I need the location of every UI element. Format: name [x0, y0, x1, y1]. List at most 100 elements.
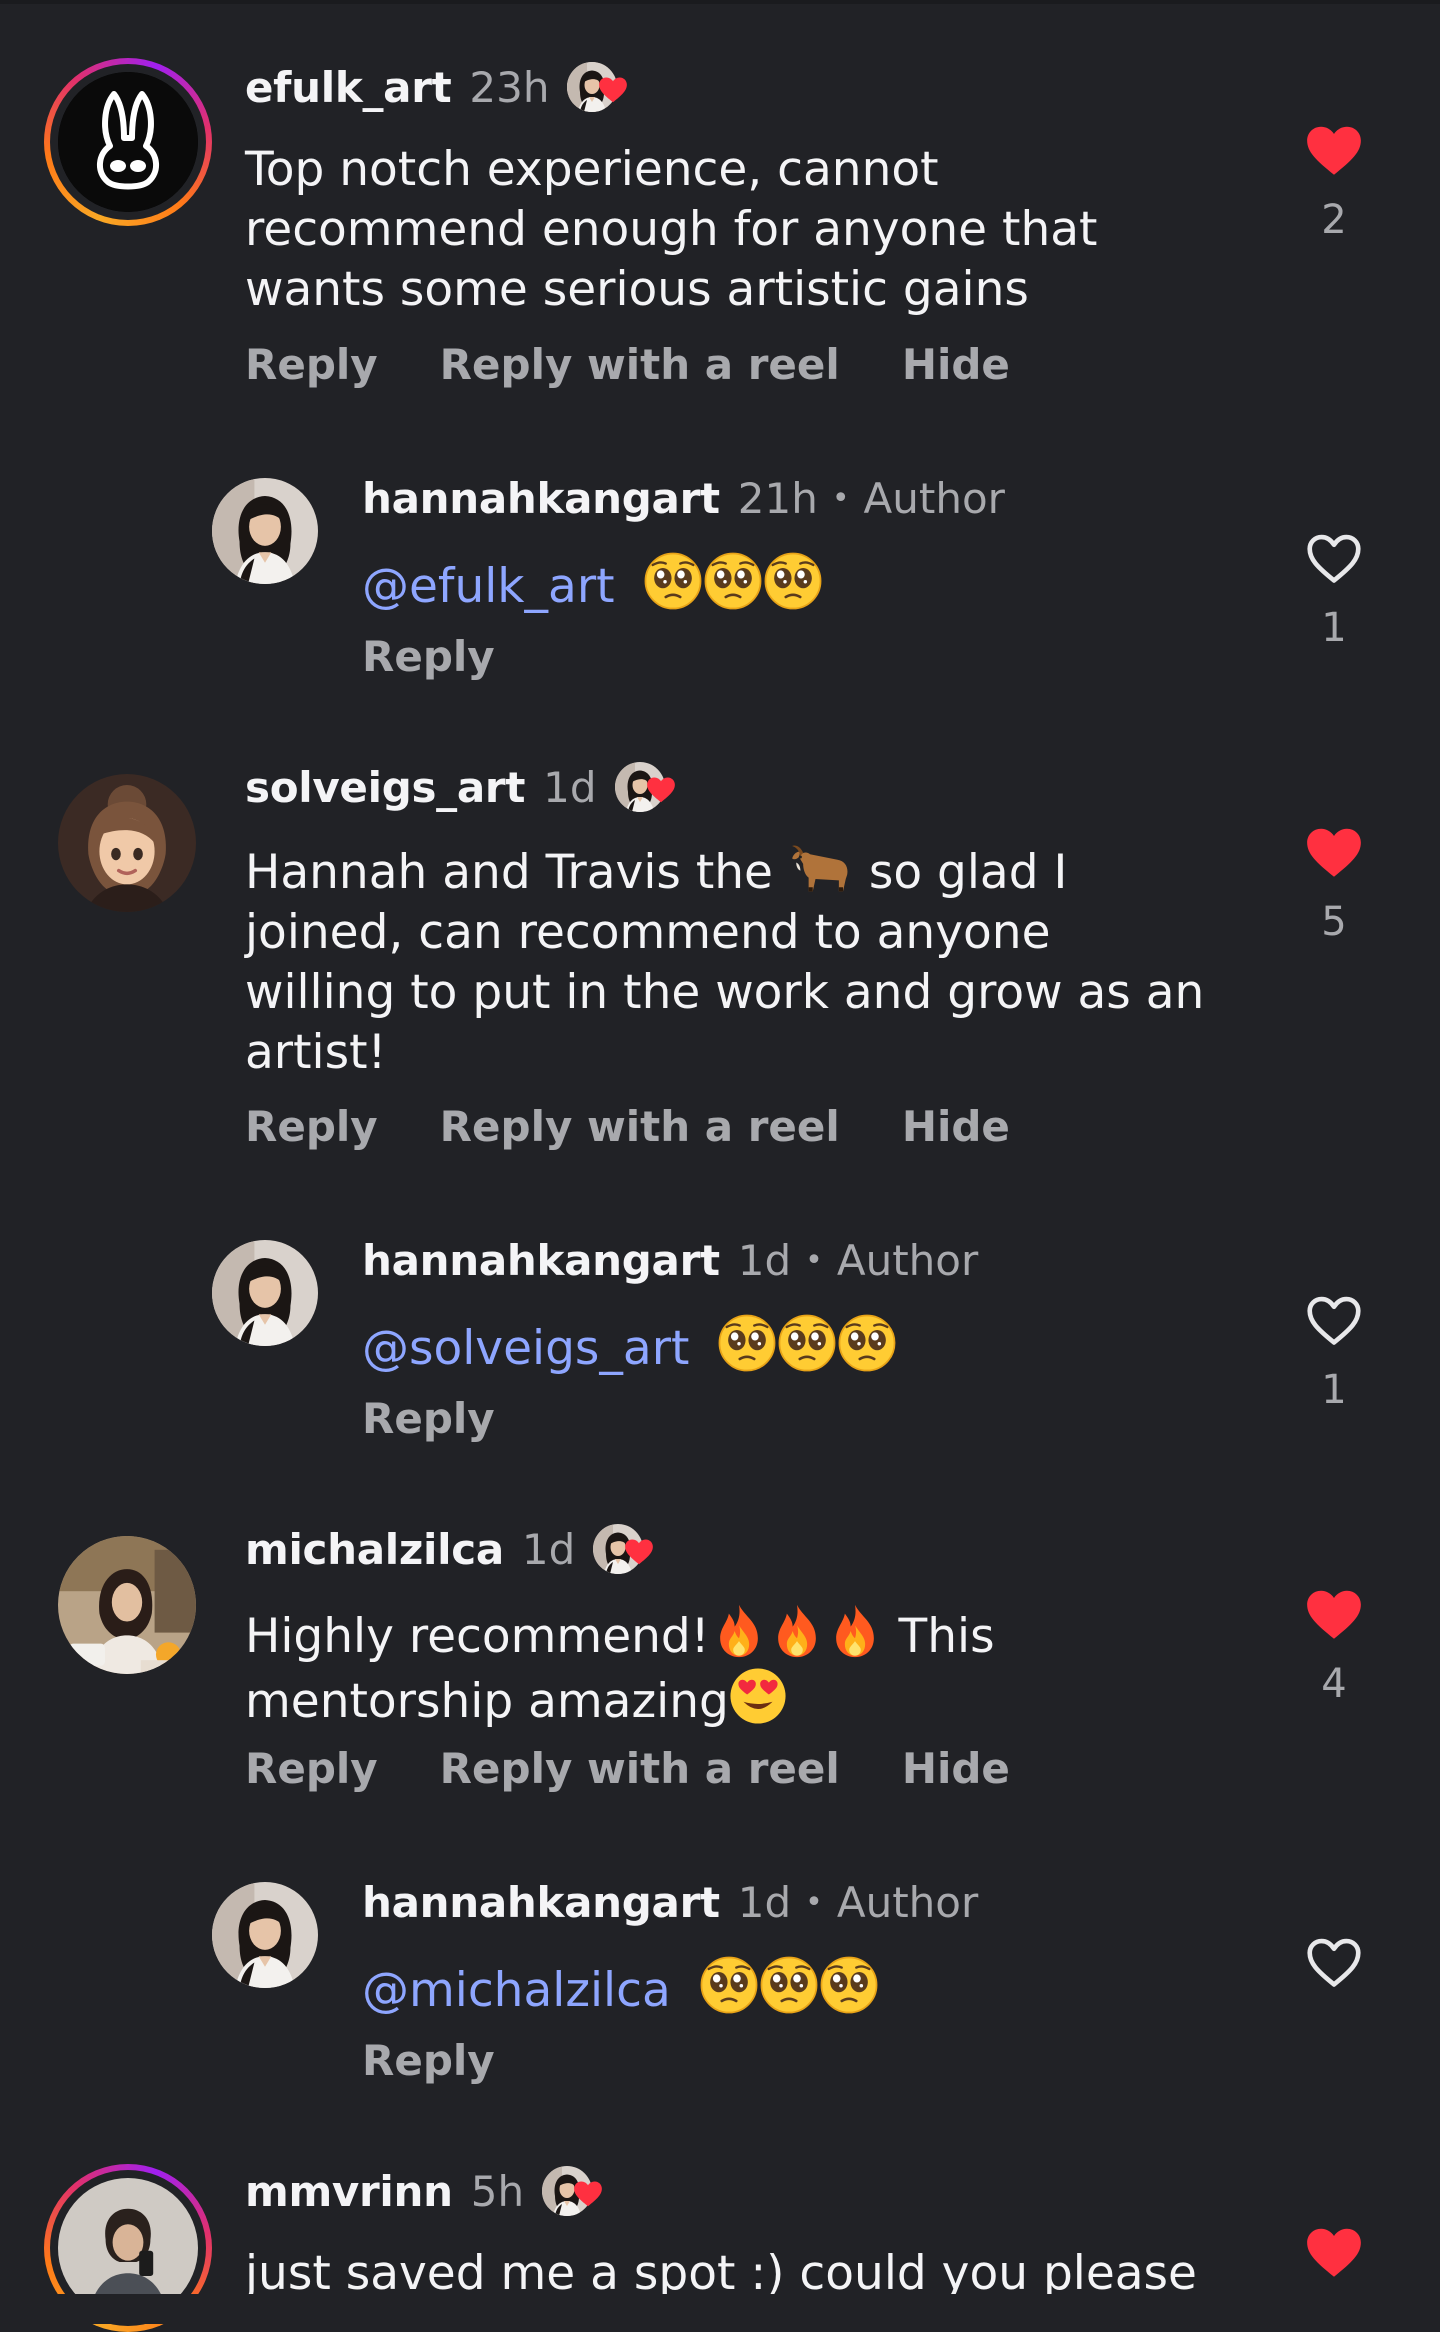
author-liked-indicator	[593, 1524, 643, 1574]
avatar[interactable]	[212, 1240, 318, 1346]
heart-outline-icon[interactable]	[1303, 1290, 1365, 1352]
top-divider	[0, 0, 1440, 4]
author-badge: Author	[863, 474, 1005, 523]
username[interactable]: hannahkangart	[362, 1878, 720, 1927]
heart-outline-icon[interactable]	[1303, 528, 1365, 590]
reply-with-reel-button[interactable]: Reply with a reel	[440, 340, 840, 389]
comment-header: efulk_art 23h	[245, 62, 617, 112]
mention-link[interactable]: @michalzilca	[362, 1963, 671, 2018]
comment-actions: Reply	[362, 1394, 557, 1443]
reply-button[interactable]: Reply	[245, 1102, 378, 1151]
comment-actions: Reply	[362, 632, 557, 681]
comment-text: just saved me a spot :) could you please	[245, 2246, 1197, 2294]
author-liked-indicator	[542, 2166, 592, 2216]
pleading-face-icon	[838, 1314, 896, 1372]
pleading-face-icon	[820, 1956, 878, 2014]
author-liked-indicator	[567, 62, 617, 112]
text-part: Hannah and Travis the	[245, 845, 788, 900]
pleading-face-icon	[644, 552, 702, 610]
comment-text: @solveigs_art	[362, 1314, 1322, 1379]
like-button[interactable]: 5	[1294, 822, 1374, 944]
pleading-face-icon	[764, 552, 822, 610]
separator: •	[805, 1885, 823, 1920]
like-button[interactable]: 1	[1294, 528, 1374, 650]
comment-header: michalzilca 1d	[245, 1524, 643, 1574]
separator: •	[805, 1243, 823, 1278]
avatar[interactable]	[212, 1882, 318, 1988]
story-ring[interactable]	[44, 58, 212, 226]
username[interactable]: michalzilca	[245, 1525, 504, 1574]
timestamp: 1d	[737, 1236, 792, 1285]
comment-text: Top notch experience, cannot recommend e…	[245, 142, 1098, 317]
fire-icon	[710, 1602, 768, 1660]
like-button[interactable]: 2	[1294, 120, 1374, 242]
hide-button[interactable]: Hide	[902, 340, 1010, 389]
comment-actions: Reply Reply with a reel Hide	[245, 1744, 1072, 1793]
reply-button[interactable]: Reply	[362, 2036, 495, 2085]
avatar[interactable]	[212, 478, 318, 584]
comment-actions: Reply Reply with a reel Hide	[245, 340, 1072, 389]
heart-icon	[623, 1536, 655, 1568]
pleading-face-icon	[700, 1956, 758, 2014]
pleading-face-icon	[704, 552, 762, 610]
timestamp: 1d	[521, 1524, 576, 1574]
author-badge: Author	[836, 1878, 979, 1927]
pleading-face-icon	[778, 1314, 836, 1372]
username[interactable]: solveigs_art	[245, 763, 525, 812]
reply-button[interactable]: Reply	[362, 632, 495, 681]
timestamp: 1d	[737, 1878, 792, 1927]
reply-button[interactable]: Reply	[245, 340, 378, 389]
like-button[interactable]: 4	[1294, 1584, 1374, 1706]
like-count: 1	[1321, 605, 1347, 651]
fire-icon	[768, 1602, 826, 1660]
timestamp: 21h	[737, 474, 818, 523]
comment-actions: Reply Reply with a reel Hide	[245, 1102, 1072, 1151]
like-count: 4	[1321, 1661, 1347, 1707]
comment-header: hannahkangart 21h • Author	[362, 474, 1005, 523]
heart-outline-icon[interactable]	[1303, 1932, 1365, 1994]
like-count: 5	[1321, 899, 1347, 945]
like-button[interactable]	[1294, 2222, 1374, 2284]
comment-header: mmvrinn 5h	[245, 2166, 592, 2216]
reply-with-reel-button[interactable]: Reply with a reel	[440, 1744, 840, 1793]
comment-header: hannahkangart 1d • Author	[362, 1878, 978, 1927]
hide-button[interactable]: Hide	[902, 1102, 1010, 1151]
username[interactable]: efulk_art	[245, 63, 452, 112]
mention-link[interactable]: @solveigs_art	[362, 1321, 689, 1376]
pleading-face-icon	[760, 1956, 818, 2014]
heart-filled-icon[interactable]	[1303, 2222, 1365, 2284]
heart-filled-icon[interactable]	[1303, 1584, 1365, 1646]
like-count: 2	[1321, 197, 1347, 243]
avatar[interactable]	[58, 774, 196, 912]
mention-link[interactable]: @efulk_art	[362, 559, 615, 614]
username[interactable]: hannahkangart	[362, 474, 720, 523]
comment-actions: Reply	[362, 2036, 557, 2085]
reply-button[interactable]: Reply	[362, 1394, 495, 1443]
reply-with-reel-button[interactable]: Reply with a reel	[440, 1102, 840, 1151]
username[interactable]: hannahkangart	[362, 1236, 720, 1285]
bunny-logo-avatar[interactable]	[58, 72, 198, 212]
author-badge: Author	[836, 1236, 979, 1285]
heart-icon	[597, 74, 629, 106]
comment-text: Hannah and Travis the so glad I joined, …	[245, 840, 1205, 1083]
timestamp: 23h	[469, 62, 550, 112]
heart-filled-icon[interactable]	[1303, 822, 1365, 884]
timestamp: 5h	[470, 2166, 525, 2216]
comment-text: Highly recommend! This mentorship amazin…	[245, 1602, 1205, 1732]
comment-header: hannahkangart 1d • Author	[362, 1236, 978, 1285]
comment-text: @michalzilca	[362, 1956, 1322, 2021]
author-liked-indicator	[615, 762, 665, 812]
username[interactable]: mmvrinn	[245, 2167, 453, 2216]
hide-button[interactable]: Hide	[902, 1744, 1010, 1793]
heart-filled-icon[interactable]	[1303, 120, 1365, 182]
avatar[interactable]	[58, 1536, 196, 1674]
comment-text: @efulk_art	[362, 552, 1322, 617]
timestamp: 1d	[543, 762, 597, 812]
like-button[interactable]: 1	[1294, 1290, 1374, 1412]
bottom-clip	[0, 2294, 1440, 2324]
like-button[interactable]	[1294, 1932, 1374, 1994]
fire-icon	[826, 1602, 884, 1660]
reply-button[interactable]: Reply	[245, 1744, 378, 1793]
comment-header: solveigs_art 1d	[245, 762, 665, 812]
text-part: Highly recommend!	[245, 1609, 710, 1664]
